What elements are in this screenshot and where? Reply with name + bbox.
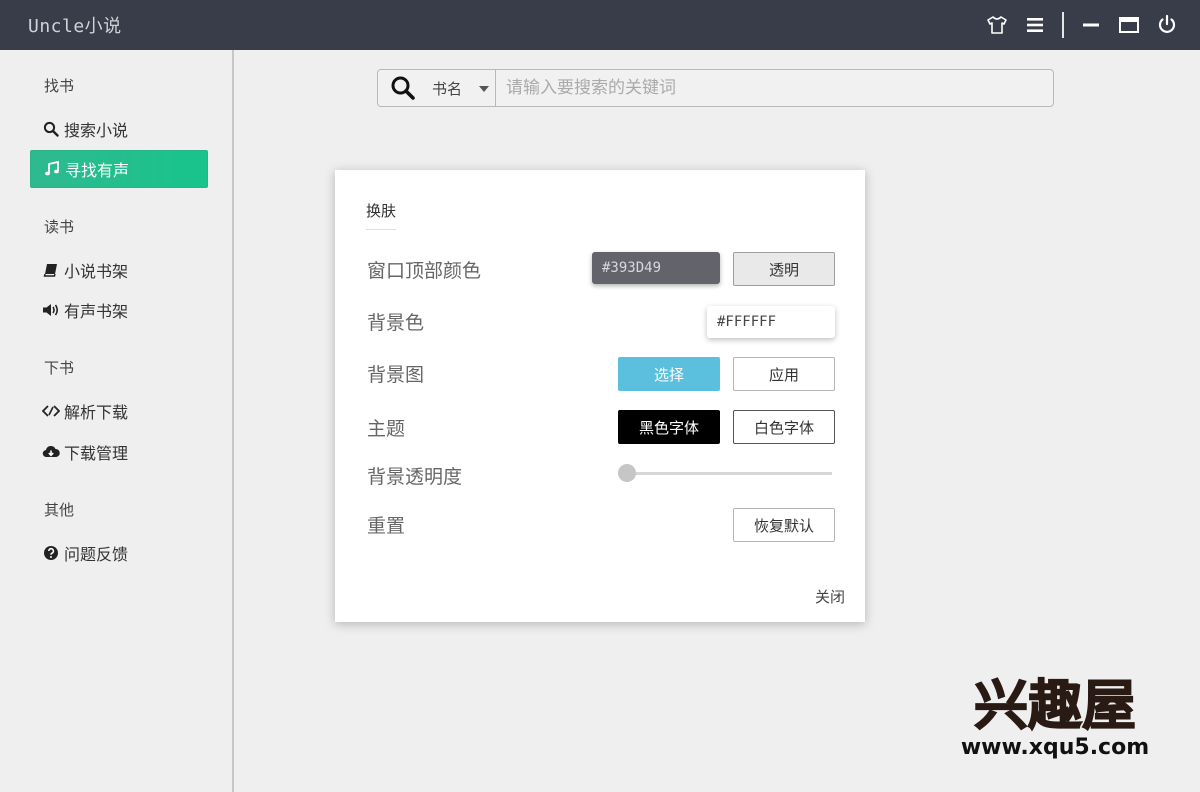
sidebar-item-search-novel[interactable]: 搜索小说 <box>30 110 208 148</box>
opacity-slider-thumb[interactable] <box>618 464 636 482</box>
skin-dialog: 换肤 窗口顶部颜色 #393D49 透明 背景色 #FFFFFF 背景图 选择 … <box>335 170 865 622</box>
search-type-label: 书名 <box>432 79 463 98</box>
maximize-icon[interactable] <box>1110 0 1148 50</box>
dark-font-button[interactable]: 黑色字体 <box>618 410 720 444</box>
restore-default-button[interactable]: 恢复默认 <box>733 508 835 542</box>
sidebar-item-label: 问题反馈 <box>64 545 129 564</box>
sidebar-item-novel-shelf[interactable]: 小说书架 <box>30 251 208 289</box>
light-font-button[interactable]: 白色字体 <box>733 410 835 444</box>
tab-skin[interactable]: 换肤 <box>366 200 397 230</box>
sidebar-item-label: 有声书架 <box>64 302 129 321</box>
select-image-button[interactable]: 选择 <box>618 357 720 391</box>
search-icon[interactable] <box>378 70 428 106</box>
reset-label: 重置 <box>367 515 406 537</box>
sidebar-item-label: 小说书架 <box>64 262 129 281</box>
volume-icon <box>42 301 60 319</box>
menu-icon[interactable] <box>1016 0 1054 50</box>
search-type-select[interactable]: 书名 <box>428 70 496 106</box>
transparent-button[interactable]: 透明 <box>733 252 835 286</box>
sidebar-item-label: 搜索小说 <box>64 121 129 140</box>
music-icon <box>43 160 61 178</box>
group-title-read: 读书 <box>44 218 75 236</box>
titlebar-color-label: 窗口顶部颜色 <box>367 260 482 282</box>
title-bar: Uncle小说 <box>0 0 1200 50</box>
search-icon <box>42 120 60 138</box>
bg-color-field[interactable]: #FFFFFF <box>707 306 835 338</box>
power-icon[interactable] <box>1148 0 1186 50</box>
sidebar-item-feedback[interactable]: 问题反馈 <box>30 534 208 572</box>
bg-image-label: 背景图 <box>367 364 425 386</box>
sidebar-item-download-manager[interactable]: 下载管理 <box>30 433 208 471</box>
apply-image-button[interactable]: 应用 <box>733 357 835 391</box>
theme-label: 主题 <box>367 418 406 440</box>
question-icon <box>42 544 60 562</box>
watermark-url: www.xqu5.com <box>961 735 1149 760</box>
opacity-slider-track[interactable] <box>625 472 832 475</box>
group-title-download: 下书 <box>44 359 75 377</box>
skin-shirt-icon[interactable] <box>978 0 1016 50</box>
parse-icon <box>42 402 60 420</box>
watermark-logo: 兴趣屋 www.xqu5.com <box>960 672 1160 762</box>
caret-down-icon <box>479 86 489 92</box>
book-icon <box>42 261 60 279</box>
search-input[interactable] <box>496 70 1053 106</box>
minimize-icon[interactable] <box>1072 0 1110 50</box>
close-button[interactable]: 关闭 <box>815 586 845 607</box>
watermark-brand: 兴趣屋 <box>974 674 1136 737</box>
title-separator <box>1062 12 1064 38</box>
titlebar-color-field[interactable]: #393D49 <box>592 252 720 284</box>
opacity-label: 背景透明度 <box>367 466 463 488</box>
app-title: Uncle小说 <box>28 16 122 37</box>
sidebar-item-label: 下载管理 <box>64 444 129 463</box>
sidebar-item-label: 解析下载 <box>64 403 129 422</box>
sidebar-item-label: 寻找有声 <box>65 161 130 180</box>
group-title-find: 找书 <box>44 77 75 95</box>
sidebar-item-audio-shelf[interactable]: 有声书架 <box>30 291 208 329</box>
sidebar-item-parse-download[interactable]: 解析下载 <box>30 392 208 430</box>
bg-color-label: 背景色 <box>367 312 425 334</box>
group-title-other: 其他 <box>44 501 75 519</box>
window-controls <box>978 0 1186 50</box>
cloud-download-icon <box>42 443 60 461</box>
sidebar-item-find-audio[interactable]: 寻找有声 <box>30 150 208 188</box>
search-bar: 书名 <box>377 69 1054 107</box>
sidebar: 找书 搜索小说 寻找有声 读书 小说书架 有声书架 下书 解析下载 下载管理 其… <box>0 50 234 792</box>
